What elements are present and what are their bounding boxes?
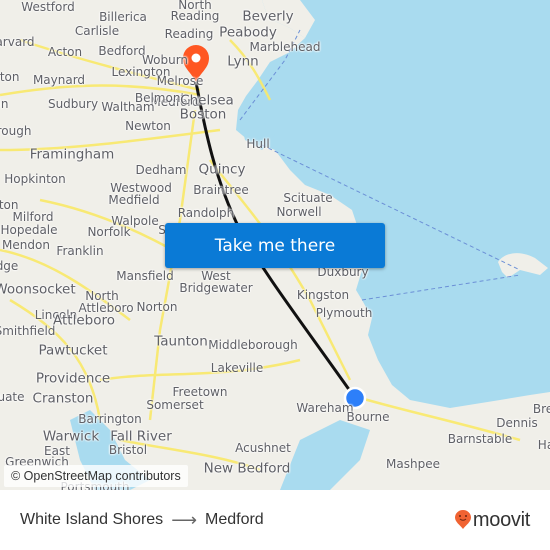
place-label: Billerica (99, 10, 147, 24)
place-label: in (0, 97, 9, 111)
place-label: Kingston (296, 288, 350, 302)
place-label: Maynard (32, 73, 86, 87)
place-label: Acton (47, 45, 83, 59)
place-label: Waltham (101, 100, 155, 114)
place-label: Bedford (98, 44, 146, 58)
place-label: Hopkinton (4, 172, 66, 186)
place-label: Franklin (56, 244, 104, 258)
place-label: Pawtucket (38, 342, 108, 359)
place-label: Milford (12, 210, 54, 224)
place-label: Peabody (219, 24, 277, 41)
place-label: Taunton (154, 333, 208, 350)
place-label: Acushnet (235, 441, 291, 455)
land-capecod-tip (498, 253, 548, 278)
moovit-wordmark: moovit (472, 508, 530, 531)
place-label: Bourne (346, 410, 390, 424)
place-label: Somerset (146, 398, 204, 412)
place-label: uate (0, 390, 25, 404)
place-label: Providence (35, 370, 111, 387)
place-label: Westford (21, 0, 75, 14)
place-label: Beverly (242, 8, 294, 25)
place-label: Bristol (108, 443, 148, 457)
moovit-logo[interactable]: moovit (454, 490, 530, 550)
place-label: lton (0, 70, 20, 84)
place-label: Reading (164, 27, 214, 41)
place-label: Randolph (177, 206, 235, 220)
place-label: Boston (179, 106, 227, 123)
place-label: Hull (246, 137, 270, 151)
place-label: Norton (136, 300, 178, 314)
place-label: Lynn (227, 53, 259, 70)
place-label: Barnstable (447, 432, 513, 446)
place-label: Dedham (135, 163, 187, 177)
map-view[interactable]: WestfordBillericaNorthReadingBeverlyarva… (0, 0, 550, 490)
place-label: Norwell (276, 205, 322, 219)
place-label: Mendon (2, 238, 50, 252)
place-label: Smithfield (0, 324, 56, 338)
place-label: Ha (537, 438, 550, 452)
destination-name: Medford (205, 511, 264, 528)
place-label: Carlisle (74, 24, 120, 38)
place-label: Medfield (108, 193, 160, 207)
map-attribution[interactable]: © OpenStreetMap contributors (4, 465, 188, 487)
place-label: Framingham (29, 146, 115, 163)
place-label: Sudbury (47, 97, 99, 111)
place-label: Marblehead (249, 40, 321, 54)
place-label: Woonsocket (0, 281, 76, 298)
place-label: arvard (0, 35, 35, 49)
place-label: Warwick (42, 428, 100, 445)
place-label: Plymouth (315, 306, 373, 320)
place-label: Wareham (296, 401, 354, 415)
place-label: Bre (532, 402, 550, 416)
place-label: Dennis (496, 416, 538, 430)
origin-name: White Island Shores (20, 511, 164, 528)
place-label: Middleborough (208, 338, 298, 352)
place-label: Newton (125, 119, 171, 133)
place-label: Quincy (198, 161, 246, 178)
place-label: Freetown (172, 385, 228, 399)
arrow-right-icon: ⟶ (171, 509, 197, 530)
place-label: Scituate (283, 191, 333, 205)
route-summary: White Island Shores ⟶ Medford (20, 490, 264, 550)
place-label: New Bedford (203, 460, 291, 477)
place-label: Mashpee (386, 457, 440, 471)
place-label: Melrose (156, 74, 204, 88)
take-me-there-button[interactable]: Take me there (165, 223, 385, 268)
footer-bar: White Island Shores ⟶ Medford moovit (0, 490, 550, 550)
place-label: Norfolk (87, 225, 131, 239)
place-label: Cranston (32, 390, 94, 407)
moovit-pin-icon (454, 510, 471, 529)
place-label: Barrington (78, 412, 142, 426)
place-label: rough (0, 124, 32, 138)
place-label: Fall River (110, 428, 172, 445)
place-label: Bridgewater (179, 281, 253, 295)
place-label: Reading (170, 9, 220, 23)
place-label: Hopedale (0, 223, 58, 237)
place-label: Lakeville (210, 361, 264, 375)
place-label: dge (0, 259, 19, 273)
place-label: Braintree (193, 183, 249, 197)
place-label: Mansfield (116, 269, 174, 283)
place-label: Attleboro (53, 312, 115, 329)
